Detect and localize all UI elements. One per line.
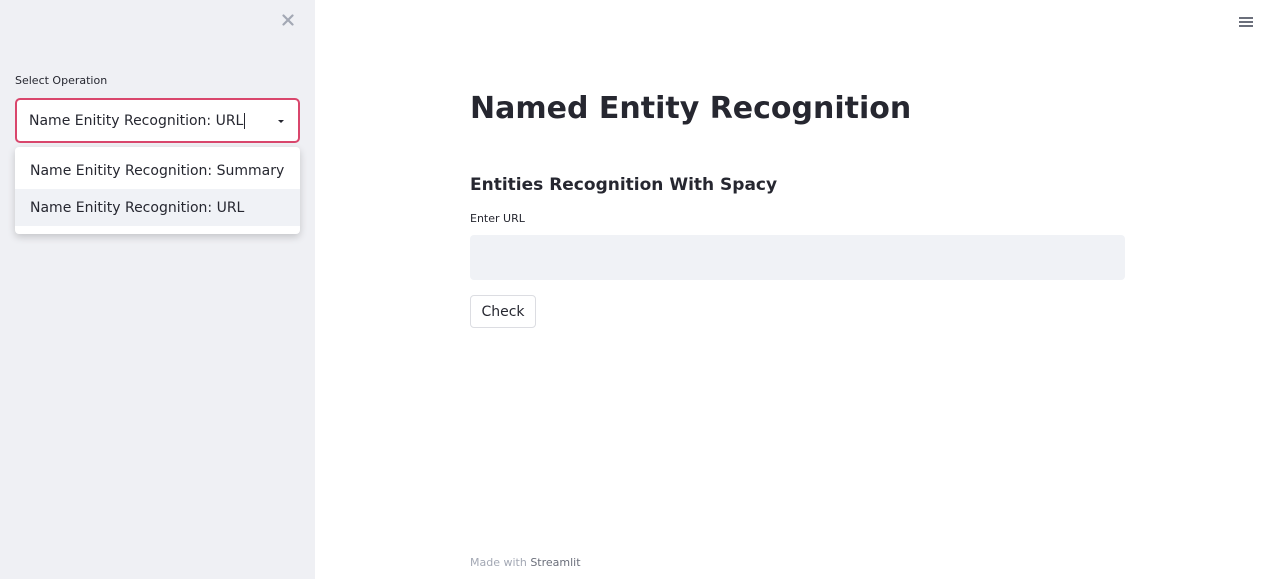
dropdown-option-url[interactable]: Name Enitity Recognition: URL (15, 189, 300, 226)
app-root: Select Operation Name Enitity Recognitio… (0, 0, 1280, 579)
dropdown-option-summary[interactable]: Name Enitity Recognition: Summary (15, 152, 300, 189)
operation-dropdown: Name Enitity Recognition: Summary Name E… (15, 147, 300, 234)
url-input[interactable] (470, 235, 1125, 280)
operation-select[interactable]: Name Enitity Recognition: URL (15, 98, 300, 143)
close-icon (282, 14, 294, 26)
select-operation-label: Select Operation (15, 74, 108, 87)
sidebar: Select Operation Name Enitity Recognitio… (0, 0, 315, 579)
page-title: Named Entity Recognition (470, 91, 912, 126)
sidebar-close-button[interactable] (276, 8, 300, 32)
footer: Made with Streamlit (470, 556, 581, 569)
streamlit-link[interactable]: Streamlit (530, 556, 580, 569)
operation-select-value: Name Enitity Recognition: URL (29, 112, 246, 129)
text-cursor (244, 112, 246, 129)
section-subheader: Entities Recognition With Spacy (470, 175, 778, 195)
url-input-label: Enter URL (470, 212, 525, 225)
chevron-down-icon (278, 120, 284, 123)
main-menu-button[interactable] (1236, 12, 1256, 32)
check-button[interactable]: Check (470, 295, 536, 328)
hamburger-menu-icon (1239, 17, 1253, 27)
footer-prefix: Made with (470, 556, 531, 569)
